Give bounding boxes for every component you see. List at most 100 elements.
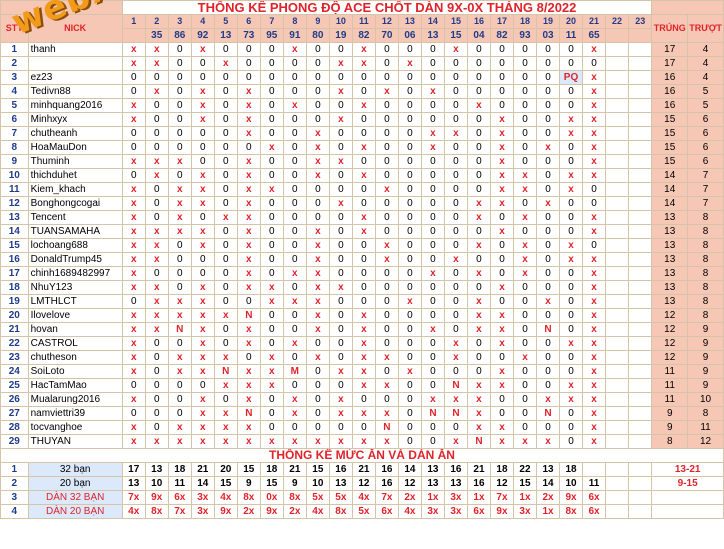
table-row: 20 Ilovelove x x x x x N 0 0 x 0 x 0 0 0 0 x x 0 0 0 x 12 8: [0, 308, 724, 323]
row-nick: minhquang2016: [27, 98, 123, 113]
row-cell: 0: [282, 84, 307, 99]
row-cell: x: [144, 168, 169, 183]
row-nick: Kiem_khach: [27, 182, 123, 197]
row-cell: N: [443, 378, 468, 393]
row-cell: 0: [535, 56, 561, 71]
header-result: 06: [397, 28, 422, 43]
row-cell: x: [121, 154, 146, 169]
summary-cell: 9x: [144, 490, 169, 505]
row-cell: 0: [466, 182, 491, 197]
row-cell: 0: [121, 126, 146, 141]
row-cell: x: [582, 252, 607, 267]
row-cell: x: [420, 322, 445, 337]
row-cell: [628, 84, 653, 99]
row-cell: 0: [512, 308, 538, 323]
table-row: 27 namviettri39 0 0 0 x x N 0 x 0 x x x 0 N Nx 0 0 N 0 x 9 8: [0, 406, 724, 421]
row-stt: 25: [0, 378, 29, 393]
row-cell: 0: [213, 126, 238, 141]
row-cell: x: [259, 434, 284, 449]
row-cell: 0: [559, 42, 584, 57]
row-cell: x: [351, 140, 376, 155]
row-trung: 11: [651, 364, 689, 379]
row-cell: x: [305, 280, 330, 295]
row-cell: 0: [397, 406, 422, 421]
header-result: 03: [535, 28, 561, 43]
summary-cell: 11: [167, 476, 192, 491]
row-cell: x: [121, 98, 146, 113]
row-cell: 0: [374, 392, 399, 407]
row-cell: 0: [121, 70, 146, 85]
summary-cell: 6x: [582, 490, 607, 505]
row-cell: 0: [305, 112, 330, 127]
row-cell: [628, 266, 653, 281]
summary-stt: 1: [0, 462, 29, 477]
header-result: [628, 28, 653, 43]
summary-cell: 21: [282, 462, 307, 477]
row-cell: 0: [144, 378, 169, 393]
row-cell: 0: [466, 112, 491, 127]
row-cell: [628, 364, 653, 379]
row-truot: 9: [687, 364, 724, 379]
row-cell: x: [121, 210, 146, 225]
row-cell: 0: [144, 182, 169, 197]
row-truot: 9: [687, 350, 724, 365]
row-cell: 0: [167, 336, 192, 351]
row-stt: 26: [0, 392, 29, 407]
row-trung: 13: [651, 238, 689, 253]
row-cell: 0: [443, 84, 468, 99]
row-cell: 0: [443, 322, 468, 337]
row-cell: 0: [489, 238, 514, 253]
row-cell: x: [443, 252, 468, 267]
row-cell: [605, 154, 630, 169]
row-cell: x: [328, 112, 353, 127]
row-cell: x: [305, 308, 330, 323]
row-cell: x: [489, 224, 514, 239]
summary-cell: 1x: [466, 490, 491, 505]
row-cell: x: [420, 126, 445, 141]
row-cell: 0: [535, 252, 561, 267]
row-cell: [605, 112, 630, 127]
row-cell: 0: [489, 406, 514, 421]
row-cell: 0: [559, 280, 584, 295]
summary-cell: 8x: [236, 490, 261, 505]
row-cell: 0: [167, 378, 192, 393]
row-cell: x: [121, 350, 146, 365]
row-cell: 0: [443, 280, 468, 295]
row-cell: 0: [535, 126, 561, 141]
row-cell: 0: [121, 378, 146, 393]
row-cell: 0: [559, 266, 584, 281]
table-row: 19 LMTHLCT 0 x x x 0 0 x x x 0 0 0 x 0 0 x 0 0 x 0 x 13 8: [0, 294, 724, 309]
row-cell: x: [236, 322, 261, 337]
row-cell: [605, 210, 630, 225]
summary-cell: 4x: [213, 490, 238, 505]
row-cell: x: [190, 84, 215, 99]
row-cell: 0: [305, 364, 330, 379]
row-cell: x: [305, 322, 330, 337]
row-cell: 0: [282, 154, 307, 169]
row-cell: x: [236, 168, 261, 183]
row-cell: x: [121, 392, 146, 407]
table-row: 24 SoiLoto x 0 x x Nx x M 0 x x 0 x 0 0 0 x 0 0 0 x 11 9: [0, 364, 724, 379]
row-cell: 0: [305, 56, 330, 71]
row-trung: 8: [651, 434, 689, 449]
summary-cell: 7x: [167, 504, 192, 519]
summary-stt: 4: [0, 504, 29, 519]
summary-cell: 14: [190, 476, 215, 491]
row-cell: x: [582, 224, 607, 239]
row-cell: 0: [282, 308, 307, 323]
summary-row: 4 DÀN 20 BẠN 4x 8x 7x 3x 9x 2x 9x 2x 4x 8x 5x 6x 4x 3x 3…: [0, 504, 724, 519]
summary-cell: 9: [282, 476, 307, 491]
row-cell: x: [305, 238, 330, 253]
row-cell: x: [466, 406, 491, 421]
row-cell: 0: [167, 266, 192, 281]
row-cell: 0: [420, 112, 445, 127]
row-cell: x: [582, 378, 607, 393]
row-cell: [628, 140, 653, 155]
summary-cell: 18: [559, 462, 584, 477]
header-result: 04: [466, 28, 491, 43]
row-cell: x: [305, 350, 330, 365]
row-cell: 0: [121, 168, 146, 183]
header-result: 19: [328, 28, 353, 43]
row-stt: 23: [0, 350, 29, 365]
row-cell: 0: [213, 294, 238, 309]
